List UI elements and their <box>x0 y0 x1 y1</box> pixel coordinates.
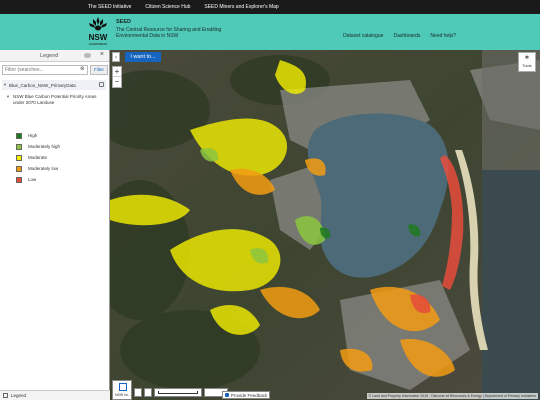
layers-icon <box>3 393 8 398</box>
map-canvas[interactable] <box>110 50 540 400</box>
collapse-panel-button[interactable]: ‹ <box>112 52 120 62</box>
legend-header: Legend × <box>0 50 109 62</box>
legend-label: Moderate <box>28 155 48 160</box>
legend-swatch <box>16 165 22 172</box>
site-header: NSW GOVERNMENT SEED The Central Resource… <box>0 14 540 50</box>
nav-link-seed-initiative[interactable]: The SEED Initiative <box>88 4 131 10</box>
feedback-button[interactable]: Provide Feedback <box>222 391 271 399</box>
legend-panel: Legend × ⊗ Filter ▼ Blue_Carbon_NSW_Prim… <box>0 50 110 400</box>
feedback-icon <box>225 393 229 397</box>
basemap-switcher[interactable]: NSW Im... <box>112 380 132 400</box>
layer-name: NSW Blue Carbon Potential Priority Areas… <box>13 94 97 105</box>
legend-swatch <box>16 154 22 161</box>
i-want-to-button[interactable]: I want to... <box>125 52 161 62</box>
scale-bar-group <box>134 388 228 397</box>
layer-options-icon[interactable] <box>99 82 104 87</box>
zoom-control: + − <box>112 66 122 88</box>
legend-footer[interactable]: Legend <box>0 390 110 400</box>
filter-button[interactable]: Filter <box>90 65 108 75</box>
legend-item-high: High <box>16 132 37 139</box>
legend-item-moderately-high: Moderately high <box>16 143 60 150</box>
scale-toggle[interactable] <box>134 388 142 397</box>
header-nav: Dataset catalogue Dashboards Need help? <box>343 33 456 39</box>
zoom-in-button[interactable]: + <box>113 67 121 77</box>
legend-label: Low <box>28 177 37 182</box>
tools-button[interactable]: ✶ Tools <box>518 52 536 72</box>
legend-item-moderately-low: Moderately low <box>16 165 58 172</box>
legend-swatch <box>16 132 22 139</box>
panel-toggle[interactable] <box>84 53 91 58</box>
chevron-down-icon[interactable]: ▼ <box>6 94 10 99</box>
legend-footer-label: Legend <box>11 393 27 398</box>
satellite-map[interactable] <box>110 50 540 400</box>
chevron-down-icon[interactable]: ▼ <box>3 82 7 87</box>
nav-need-help[interactable]: Need help? <box>430 33 456 39</box>
logo-subtext: GOVERNMENT <box>89 42 108 46</box>
nav-dashboards[interactable]: Dashboards <box>393 33 420 39</box>
nav-link-miners-map[interactable]: SEED Miners and Explorer's Map <box>204 4 278 10</box>
layer-group-row[interactable]: ▼ Blue_Carbon_NSW_PrimaryData <box>2 80 106 90</box>
feedback-label: Provide Feedback <box>231 392 268 398</box>
legend-title: Legend <box>40 53 59 59</box>
top-nav-bar: The SEED Initiative Citizen Science Hub … <box>0 0 540 14</box>
scale-units[interactable] <box>144 388 152 397</box>
legend-swatch <box>16 176 22 183</box>
basemap-icon <box>119 383 127 391</box>
site-title: SEED <box>116 19 131 25</box>
zoom-out-button[interactable]: − <box>113 77 121 87</box>
wrench-icon: ✶ <box>523 53 531 62</box>
nav-dataset-catalogue[interactable]: Dataset catalogue <box>343 33 383 39</box>
nsw-waratah-logo[interactable]: NSW GOVERNMENT <box>86 16 110 48</box>
scale-bar <box>154 388 202 397</box>
panel-close-icon[interactable]: × <box>100 51 104 58</box>
legend-label: High <box>28 133 38 138</box>
map-attribution: © Land and Property Information 2015 · D… <box>366 393 538 399</box>
layer-group-name: Blue_Carbon_NSW_PrimaryData <box>9 83 76 88</box>
legend-item-low: Low <box>16 176 36 183</box>
basemap-label: NSW Im... <box>115 393 131 397</box>
logo-text: NSW <box>89 33 108 42</box>
tools-label: Tools <box>522 63 532 68</box>
legend-label: Moderately high <box>28 144 61 149</box>
filter-input[interactable] <box>2 65 88 75</box>
filter-row: ⊗ Filter <box>2 65 108 75</box>
legend-item-moderate: Moderate <box>16 154 47 161</box>
ocean <box>482 170 540 400</box>
legend-swatch <box>16 143 22 150</box>
filter-clear-icon[interactable]: ⊗ <box>80 66 85 72</box>
legend-label: Moderately low <box>28 166 59 171</box>
site-tagline: The Central Resource for Sharing and Ena… <box>116 27 222 39</box>
nav-link-citizen-science[interactable]: Citizen Science Hub <box>145 4 190 10</box>
